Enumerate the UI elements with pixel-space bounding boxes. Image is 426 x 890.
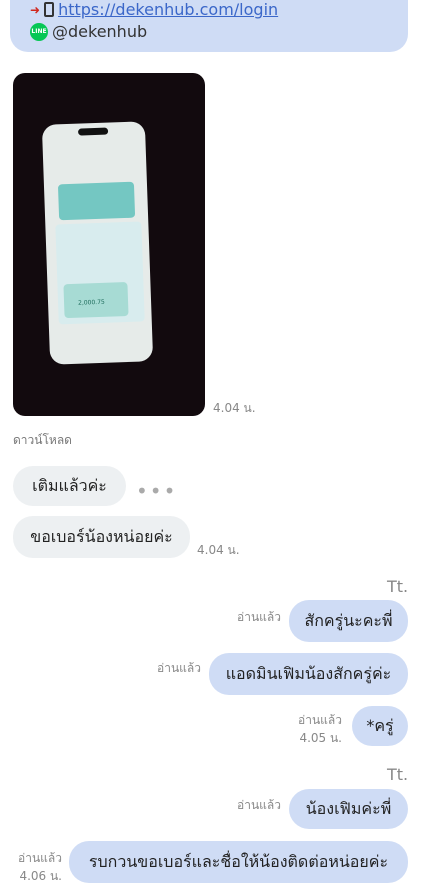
incoming-message-bubble: เติมแล้วค่ะ [13, 466, 126, 506]
outgoing-message-bubble: แอดมินเฟิมน้องสักครู่ค่ะ [209, 653, 408, 695]
arrow-icon: ➜ [30, 2, 41, 17]
read-status: อ่านแล้ว [157, 661, 201, 675]
phone-card-header [57, 181, 136, 221]
login-link[interactable]: https://dekenhub.com/login [58, 0, 278, 19]
read-status: อ่านแล้ว [237, 798, 281, 812]
phone-screenshot-image: 2,000.75 [41, 121, 154, 365]
line-app-icon: LINE [30, 22, 48, 41]
read-status: อ่านแล้ว [18, 851, 62, 865]
read-status: อ่านแล้ว [237, 610, 281, 624]
sender-name: Tt. [387, 577, 409, 596]
outgoing-message-bubble: *ครู่ [352, 706, 408, 746]
photo-time: 4.04 น. [213, 401, 256, 415]
incoming-message-bubble: ขอเบอร์น้องหน่อยค่ะ [13, 516, 190, 558]
typing-indicator: ••• [136, 479, 178, 503]
phone-notch [77, 127, 109, 136]
outgoing-message-bubble: น้องเฟิมค่ะพี่ [289, 789, 408, 829]
phone-amount-text: 2,000.75 [77, 298, 105, 307]
download-link[interactable]: ดาวน์โหลด [13, 431, 72, 450]
photo-attachment[interactable]: 2,000.75 [13, 73, 205, 416]
line-id-line: LINE @dekenhub [30, 22, 147, 41]
message-time: 4.04 น. [197, 543, 240, 557]
phone-icon [44, 2, 55, 17]
message-time: 4.06 น. [19, 869, 62, 883]
link-line: ➜ https://dekenhub.com/login [30, 0, 278, 19]
line-id-text: @dekenhub [52, 22, 148, 41]
read-status: อ่านแล้ว [298, 713, 342, 727]
outgoing-message-bubble: สักครู่นะคะพี่ [289, 600, 408, 642]
outgoing-message-bubble: รบกวนขอเบอร์และชื่อให้น้องติดต่อหน่อยค่ะ [69, 841, 408, 883]
message-time: 4.05 น. [299, 731, 342, 745]
sender-name: Tt. [387, 765, 409, 784]
